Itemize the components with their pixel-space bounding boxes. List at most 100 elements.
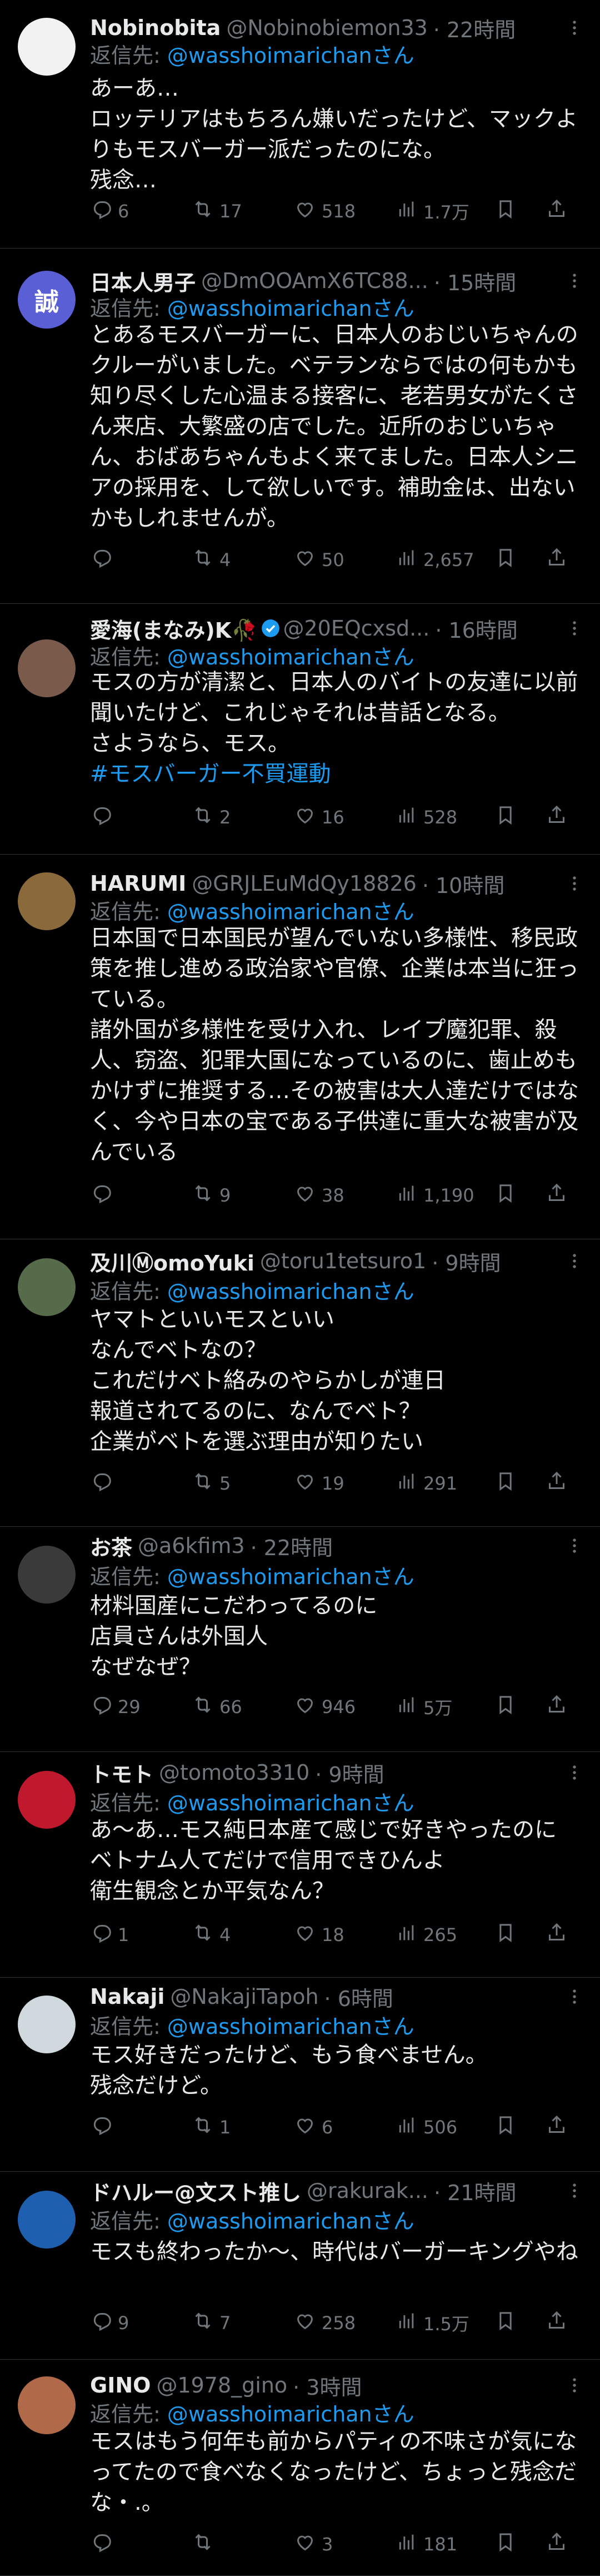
views-button[interactable]: 1.7万 <box>396 198 469 225</box>
display-name[interactable]: Nobinobita <box>90 16 221 40</box>
reply-button[interactable]: 1 <box>90 1922 129 1948</box>
share-button[interactable] <box>546 198 573 225</box>
tweet[interactable]: お茶 @a6kfim3 · 22時間 返信先: @wasshoimarichanさん材… <box>0 1527 600 1752</box>
user-handle[interactable]: @tomoto3310 <box>159 1760 309 1785</box>
display-name[interactable]: 愛海(まなみ)K🥀 <box>90 615 258 642</box>
avatar[interactable] <box>18 18 76 76</box>
reply-button[interactable] <box>90 804 118 831</box>
views-button[interactable]: 1,190 <box>396 1182 474 1209</box>
bookmark-button[interactable] <box>494 804 522 831</box>
like-button[interactable]: 16 <box>294 804 344 831</box>
reply-button[interactable] <box>90 2114 118 2141</box>
avatar[interactable] <box>18 872 76 930</box>
like-button[interactable]: 18 <box>294 1922 344 1948</box>
like-button[interactable]: 19 <box>294 1470 344 1497</box>
tweet[interactable]: Nobinobita @Nobinobiemon33 · 22時間 返信先: @was… <box>0 0 600 249</box>
post-time[interactable]: · 15時間 <box>434 267 517 295</box>
retweet-button[interactable]: 4 <box>192 547 231 573</box>
avatar[interactable] <box>18 1771 76 1829</box>
views-button[interactable]: 5万 <box>396 1694 452 1720</box>
more-options-icon[interactable] <box>563 1535 586 1557</box>
retweet-button[interactable]: 5 <box>192 1470 231 1497</box>
tweet[interactable]: 愛海(まなみ)K🥀 @20EQcxsd... · 16時間 返信先: @wasshoi… <box>0 604 600 855</box>
post-time[interactable]: · 22時間 <box>251 1532 333 1560</box>
display-name[interactable]: トモト <box>90 1759 153 1786</box>
like-button[interactable]: 50 <box>294 547 344 573</box>
more-options-icon[interactable] <box>563 617 586 639</box>
display-name[interactable]: HARUMI <box>90 871 186 896</box>
display-name[interactable]: Nakaji <box>90 1984 164 2009</box>
bookmark-button[interactable] <box>494 547 522 573</box>
more-options-icon[interactable] <box>563 1250 586 1272</box>
more-options-icon[interactable] <box>563 872 586 895</box>
retweet-button[interactable]: 9 <box>192 1182 231 1209</box>
views-button[interactable]: 1.5万 <box>396 2310 469 2336</box>
bookmark-button[interactable] <box>494 2114 522 2141</box>
reply-mention-link[interactable]: @wasshoimarichanさん <box>167 296 414 321</box>
views-button[interactable]: 291 <box>396 1470 457 1497</box>
retweet-button[interactable]: 17 <box>192 198 242 225</box>
tweet[interactable]: GINO @1978_gino · 3時間 返信先: @wasshoimarichan… <box>0 2360 600 2576</box>
like-button[interactable]: 3 <box>294 2531 333 2558</box>
more-options-icon[interactable] <box>563 1761 586 1784</box>
reply-mention-link[interactable]: @wasshoimarichanさん <box>167 1279 414 1304</box>
user-handle[interactable]: @20EQcxsd... <box>283 616 430 641</box>
bookmark-button[interactable] <box>494 1182 522 1209</box>
share-button[interactable] <box>546 547 573 573</box>
reply-button[interactable]: 9 <box>90 2310 129 2336</box>
bookmark-button[interactable] <box>494 1694 522 1720</box>
post-time[interactable]: · 6時間 <box>324 1983 393 2011</box>
retweet-button[interactable]: 1 <box>192 2114 231 2141</box>
reply-mention-link[interactable]: @wasshoimarichanさん <box>167 1565 414 1589</box>
reply-mention-link[interactable]: @wasshoimarichanさん <box>167 2402 414 2426</box>
share-button[interactable] <box>546 2114 573 2141</box>
like-button[interactable]: 946 <box>294 1694 356 1720</box>
user-handle[interactable]: @rakurak... <box>307 2178 428 2203</box>
avatar[interactable] <box>18 1258 76 1316</box>
user-handle[interactable]: @1978_gino <box>156 2373 287 2398</box>
retweet-button[interactable]: 2 <box>192 804 231 831</box>
reply-mention-link[interactable]: @wasshoimarichanさん <box>167 1791 414 1815</box>
user-handle[interactable]: @toru1tetsuro1 <box>260 1249 426 1273</box>
views-button[interactable]: 506 <box>396 2114 457 2141</box>
retweet-button[interactable]: 7 <box>192 2310 231 2336</box>
avatar[interactable] <box>18 2191 76 2249</box>
user-handle[interactable]: @NakajiTapoh <box>170 1984 318 2009</box>
retweet-button[interactable]: 66 <box>192 1694 242 1720</box>
post-time[interactable]: · 22時間 <box>433 14 516 42</box>
bookmark-button[interactable] <box>494 198 522 225</box>
user-handle[interactable]: @Nobinobiemon33 <box>226 16 427 40</box>
share-button[interactable] <box>546 1470 573 1497</box>
tweet[interactable]: Nakaji @NakajiTapoh · 6時間 返信先: @wasshoimari… <box>0 1978 600 2172</box>
more-options-icon[interactable] <box>563 2374 586 2396</box>
avatar[interactable] <box>18 639 76 697</box>
like-button[interactable]: 38 <box>294 1182 344 1209</box>
post-time[interactable]: · 21時間 <box>434 2177 517 2205</box>
user-handle[interactable]: @a6kfim3 <box>138 1533 245 1558</box>
user-handle[interactable]: @GRJLEuMdQy18826 <box>192 871 417 896</box>
share-button[interactable] <box>546 1922 573 1948</box>
like-button[interactable]: 258 <box>294 2310 356 2336</box>
tweet[interactable]: 及川ⓂomoYuki @toru1tetsuro1 · 9時間 返信先: @wassh… <box>0 1239 600 1527</box>
tweet[interactable]: HARUMI @GRJLEuMdQy18826 · 10時間 返信先: @wassho… <box>0 855 600 1239</box>
tweet[interactable]: トモト @tomoto3310 · 9時間 返信先: @wasshoimarichan… <box>0 1752 600 1978</box>
user-handle[interactable]: @DmOOAmX6TC88... <box>201 269 428 293</box>
avatar[interactable] <box>18 1996 76 2053</box>
reply-mention-link[interactable]: @wasshoimarichanさん <box>167 2014 414 2039</box>
post-time[interactable]: · 9時間 <box>432 1248 501 1275</box>
post-time[interactable]: · 3時間 <box>293 2372 362 2399</box>
tweet[interactable]: ドハルー@文スト推し @rakurak... · 21時間 返信先: @wasshoi… <box>0 2172 600 2360</box>
share-button[interactable] <box>546 804 573 831</box>
like-button[interactable]: 518 <box>294 198 356 225</box>
more-options-icon[interactable] <box>563 2180 586 2202</box>
retweet-button[interactable]: 4 <box>192 1922 231 1948</box>
bookmark-button[interactable] <box>494 1922 522 1948</box>
post-time[interactable]: · 16時間 <box>435 615 518 642</box>
display-name[interactable]: ドハルー@文スト推し <box>90 2177 301 2205</box>
reply-mention-link[interactable]: @wasshoimarichanさん <box>167 900 414 924</box>
display-name[interactable]: GINO <box>90 2373 151 2398</box>
more-options-icon[interactable] <box>563 1986 586 2008</box>
retweet-button[interactable] <box>192 2531 219 2558</box>
display-name[interactable]: お茶 <box>90 1532 132 1560</box>
display-name[interactable]: 日本人男子 <box>90 267 196 295</box>
